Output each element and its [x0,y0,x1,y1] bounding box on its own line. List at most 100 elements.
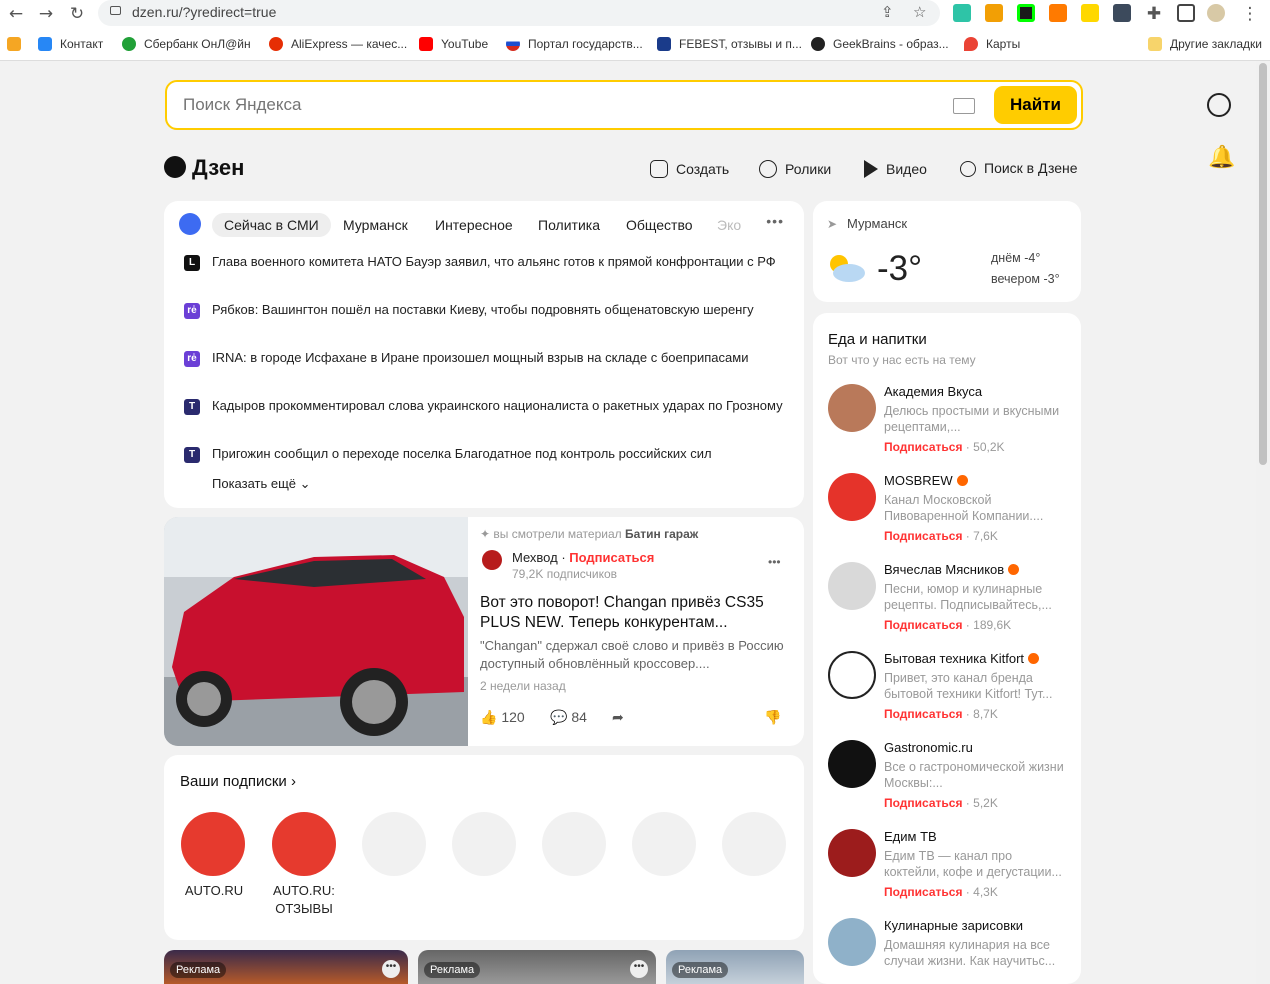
comment-button[interactable]: 💬 84 [550,709,587,726]
search-button[interactable]: Найти [994,86,1077,124]
logo[interactable]: Дзен [164,155,244,181]
channel-avatar[interactable] [828,562,876,610]
article-menu-icon[interactable]: ••• [768,555,781,569]
scrollbar-thumb[interactable] [1259,63,1267,465]
extension-icon[interactable] [1049,4,1067,22]
channel-avatar[interactable] [828,829,876,877]
scrollbar[interactable] [1256,61,1270,984]
keyboard-icon[interactable] [953,98,975,114]
bookmark[interactable]: GeekBrains - образ... [811,37,949,51]
channel-avatar[interactable] [828,651,876,699]
tab-politics[interactable]: Политика [538,213,600,237]
channel-avatar[interactable] [828,384,876,432]
extension-icon[interactable] [1113,4,1131,22]
channel-item[interactable]: Бытовая техника Kitfort Привет, это кана… [828,651,1073,731]
extension-icon[interactable] [1081,4,1099,22]
share-icon[interactable]: ⇪ [881,3,894,21]
tab-now[interactable]: Сейчас в СМИ [212,213,331,237]
bookmark[interactable]: FEBEST, отзывы и п... [657,37,802,51]
bookmark[interactable] [7,37,29,51]
weather-card[interactable]: ➤ Мурманск -3° днём -4° вечером -3° [813,201,1081,302]
channel-name[interactable]: Кулинарные зарисовки [884,918,1023,933]
bookmark-folder[interactable]: Другие закладки [1148,37,1262,51]
channel-item[interactable]: Академия Вкуса Делюсь простыми и вкусным… [828,384,1073,464]
puzzle-icon[interactable]: ✚ [1144,4,1164,24]
seen-source[interactable]: Батин гараж [625,527,698,541]
channel-item[interactable]: Вячеслав Мясников Песни, юмор и кулинарн… [828,562,1073,642]
subscription-avatar[interactable] [272,812,336,876]
more-icon[interactable]: ••• [766,213,784,229]
channel-item[interactable]: MOSBREW Канал Московской Пивоваренной Ко… [828,473,1073,553]
channel-item[interactable]: Едим ТВ Едим ТВ — канал про коктейли, ко… [828,829,1073,909]
address-bar[interactable]: dzen.ru/?yredirect=true ⇪ ☆ [98,0,940,26]
article-description[interactable]: "Changan" сдержал своё слово и привёз в … [480,637,785,673]
user-icon[interactable] [1207,93,1231,117]
channel-avatar[interactable] [828,740,876,788]
subscribe-button[interactable]: Подписаться [884,440,962,454]
bookmark[interactable]: YouTube [419,37,488,51]
bookmark[interactable]: Карты [964,37,1020,51]
channel-avatar[interactable] [482,550,502,573]
subscriptions-title[interactable]: Ваши подписки › [180,773,296,790]
channel-name[interactable]: Едим ТВ [884,829,937,844]
ad-card[interactable]: Реклама ••• [164,950,408,984]
channel-avatar[interactable] [828,918,876,966]
subscribe-button[interactable]: Подписаться [884,529,962,543]
subscribe-button[interactable]: Подписаться [884,707,962,721]
profile-avatar[interactable] [1207,4,1225,22]
subscription-label[interactable]: AUTO.RU: ОТЗЫВЫ [259,882,349,918]
subscribe-button[interactable]: Подписаться [884,885,962,899]
bookmark[interactable]: Контакт [38,37,103,51]
show-more-button[interactable]: Показать ещё ⌄ [212,476,311,492]
extension-icon[interactable] [953,4,971,22]
news-item[interactable]: T Кадыров прокомментировал слова украинск… [184,397,784,415]
ad-menu-icon[interactable]: ••• [382,960,400,978]
subscribe-button[interactable]: Подписаться [884,618,962,632]
extension-icon[interactable] [1017,4,1035,22]
shorts-button[interactable]: Ролики [759,160,831,178]
sidebar-icon[interactable] [1177,4,1195,22]
food-title[interactable]: Еда и напитки [828,331,927,348]
dzen-search-button[interactable]: Поиск в Дзене [960,160,1078,177]
video-button[interactable]: Видео [864,160,927,178]
bookmark[interactable]: Портал государств... [506,37,643,51]
news-item[interactable]: rė IRNA: в городе Исфахане в Иране произо… [184,349,784,367]
channel-name[interactable]: Вячеслав Мясников [884,562,1020,577]
subscribe-button[interactable]: Подписаться [569,550,654,565]
channel-name[interactable]: Gastronomic.ru [884,740,973,755]
subscribe-button[interactable]: Подписаться [884,796,962,810]
news-item[interactable]: T Пригожин сообщил о переходе поселка Бла… [184,445,784,463]
article-card[interactable]: ✦ вы смотрели материал Батин гараж Мехво… [164,517,804,746]
news-item[interactable]: L Глава военного комитета НАТО Бауэр заяв… [184,253,784,271]
subscription-avatar[interactable] [181,812,245,876]
tab-murmansk[interactable]: Мурманск [343,213,408,237]
share-icon[interactable]: ➦ [612,709,624,726]
ad-card[interactable]: Реклама ••• [418,950,656,984]
tab-economy[interactable]: Эко [717,213,741,237]
channel-item[interactable]: Кулинарные зарисовки Домашняя кулинария … [828,918,1073,984]
thumb-down-icon[interactable]: 👎 [764,709,781,726]
extension-icon[interactable] [985,4,1003,22]
reload-icon[interactable]: ↻ [67,4,87,24]
channel-avatar[interactable] [828,473,876,521]
bookmark[interactable]: Сбербанк ОнЛ@йн [122,37,251,51]
tab-society[interactable]: Общество [626,213,693,237]
channel-item[interactable]: Gastronomic.ru Все о гастрономической жи… [828,740,1073,820]
bell-icon[interactable]: 🔔 [1208,145,1235,170]
subscription-label[interactable]: AUTO.RU [169,882,259,900]
channel-name[interactable]: Бытовая техника Kitfort [884,651,1040,666]
tab-interesting[interactable]: Интересное [435,213,513,237]
ad-card[interactable]: Реклама [666,950,804,984]
news-item[interactable]: rė Рябков: Вашингтон пошёл на поставки Ки… [184,301,784,319]
ad-menu-icon[interactable]: ••• [630,960,648,978]
article-image[interactable] [164,517,468,746]
star-icon[interactable]: ☆ [913,3,926,21]
forward-icon[interactable]: → [36,4,56,24]
bookmark[interactable]: AliExpress — качес... [269,37,407,51]
search-input[interactable] [181,94,885,116]
create-button[interactable]: Создать [650,160,729,178]
channel-name[interactable]: MOSBREW [884,473,968,488]
back-icon[interactable]: ← [6,4,26,24]
article-title[interactable]: Вот это поворот! Changan привёз CS35 PLU… [480,593,780,633]
channel-name[interactable]: Академия Вкуса [884,384,982,399]
